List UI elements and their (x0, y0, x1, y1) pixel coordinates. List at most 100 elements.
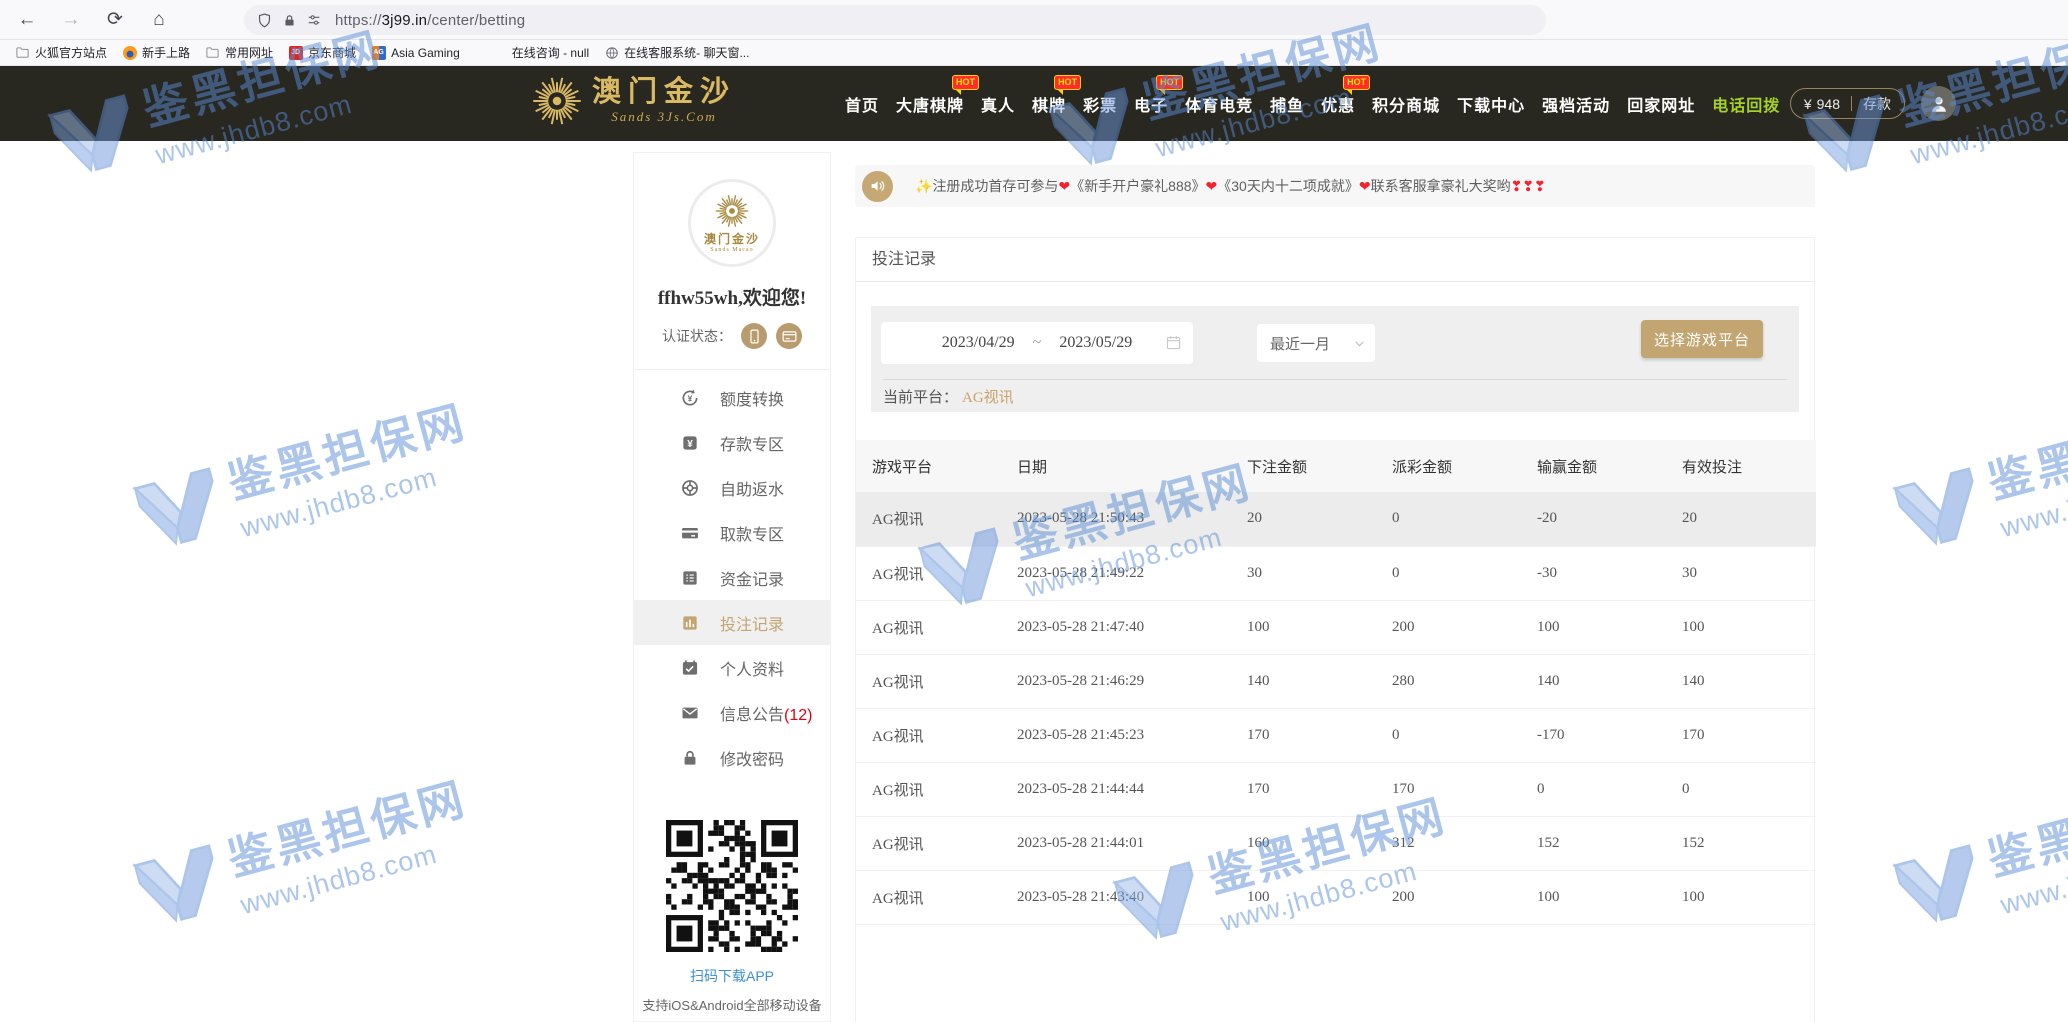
ag-icon: AG (371, 45, 386, 60)
sidebar-item-信息公告[interactable]: 信息公告(12) (634, 690, 830, 735)
watermark-url: www.jhdb8.com (237, 828, 482, 921)
firefox-icon (122, 45, 137, 60)
bookmark-item[interactable]: 火狐官方站点 (15, 44, 107, 61)
nav-item-棋牌[interactable]: 棋牌HOT (1032, 92, 1066, 116)
date-range-input[interactable]: 2023/04/29 ~ 2023/05/29 (881, 322, 1193, 364)
watermark-logo-icon (1885, 833, 1996, 941)
sidebar-item-存款专区[interactable]: ¥存款专区 (634, 420, 830, 465)
table-row: AG视讯2023-05-28 21:49:22300-3030 (856, 546, 1816, 600)
nav-item-强档活动[interactable]: 强档活动 (1542, 92, 1610, 116)
cell-platform: AG视讯 (856, 870, 1001, 924)
user-avatar-button[interactable] (1921, 86, 1956, 121)
home-button[interactable]: ⌂ (142, 5, 176, 35)
table-row: AG视讯2023-05-28 21:50:43200-2020 (856, 492, 1816, 546)
cell-date: 2023-05-28 21:47:40 (1001, 600, 1231, 654)
nav-item-大唐棋牌[interactable]: 大唐棋牌HOT (896, 92, 964, 116)
range-select-value: 最近一月 (1270, 333, 1330, 354)
url-bar[interactable]: https://3j99.in/center/betting (244, 5, 1546, 35)
column-header: 输赢金额 (1521, 440, 1666, 492)
cell-payout-amount: 0 (1376, 492, 1521, 546)
nav-item-回家网址[interactable]: 回家网址 (1627, 92, 1695, 116)
lock-icon (680, 748, 700, 768)
current-platform-value: AG视讯 (962, 390, 1014, 406)
qr-section: 扫码下载APP 支持iOS&Android全部移动设备 (634, 820, 830, 1014)
card-icon[interactable] (776, 323, 802, 349)
bookmark-item[interactable]: JD京东商城 (288, 44, 356, 61)
watermark-logo-icon (125, 456, 236, 564)
hot-badge: HOT (1343, 75, 1370, 90)
nav-item-真人[interactable]: 真人 (981, 92, 1015, 116)
nav-item-下载中心[interactable]: 下载中心 (1457, 92, 1525, 116)
phone-icon[interactable] (741, 323, 767, 349)
select-platform-button[interactable]: 选择游戏平台 (1641, 320, 1763, 358)
nav-item-积分商城[interactable]: 积分商城 (1372, 92, 1440, 116)
watermark-url: www.jhdb8.com (237, 451, 482, 544)
range-select[interactable]: 最近一月 (1257, 324, 1375, 362)
sidebar-item-额度转换[interactable]: ¥额度转换 (634, 375, 830, 420)
avatar-logo-title: 澳门金沙 (704, 230, 760, 247)
watermark-title: 鉴黑担保网 (220, 385, 473, 511)
table-row: AG视讯2023-05-28 21:44:01160312152152 (856, 816, 1816, 870)
bookmark-item[interactable]: AGAsia Gaming (371, 45, 460, 60)
sidebar-item-投注记录[interactable]: 投注记录 (634, 600, 830, 645)
bookmark-item[interactable]: 在线咨询 - null (512, 44, 589, 61)
browser-toolbar: ← → ⟳ ⌂ https://3j99.in/center/betting (0, 0, 2068, 40)
nav-item-捕鱼[interactable]: 捕鱼 (1270, 92, 1304, 116)
cell-bet-amount: 140 (1231, 654, 1376, 708)
nav-item-彩票[interactable]: 彩票 (1083, 92, 1117, 116)
wallet-pill[interactable]: ¥948 存款 (1790, 88, 1905, 119)
sidebar-item-label: 投注记录 (720, 611, 784, 635)
nav-item-体育电竞[interactable]: 体育电竞 (1185, 92, 1253, 116)
logo-title: 澳门金沙 (592, 77, 736, 107)
qr-code (634, 820, 830, 952)
betting-table: 游戏平台日期下注金额派彩金额输赢金额有效投注 AG视讯2023-05-28 21… (856, 440, 1816, 925)
table-row: AG视讯2023-05-28 21:47:40100200100100 (856, 600, 1816, 654)
sidebar-menu: ¥额度转换¥存款专区自助返水取款专区资金记录投注记录个人资料信息公告(12)修改… (634, 375, 830, 780)
cell-bet-amount: 100 (1231, 600, 1376, 654)
cell-payout-amount: 200 (1376, 600, 1521, 654)
cell-bet-amount: 170 (1231, 762, 1376, 816)
forward-button[interactable]: → (54, 5, 88, 35)
svg-text:¥: ¥ (687, 438, 693, 449)
cell-platform: AG视讯 (856, 600, 1001, 654)
shield-icon[interactable] (256, 12, 273, 29)
cell-winloss-amount: 140 (1521, 654, 1666, 708)
sidebar-item-个人资料[interactable]: 个人资料 (634, 645, 830, 690)
cell-valid-bet: 30 (1666, 546, 1816, 600)
cell-bet-amount: 100 (1231, 870, 1376, 924)
cell-date: 2023-05-28 21:44:01 (1001, 816, 1231, 870)
watermark-url: www.jhdb8.com (1997, 828, 2068, 921)
nav-item-电话回拨[interactable]: 电话回拨 (1712, 92, 1780, 116)
reload-button[interactable]: ⟳ (98, 5, 132, 35)
sidebar-item-修改密码[interactable]: 修改密码 (634, 735, 830, 780)
watermark-title: 鉴黑担保网 (1980, 385, 2068, 511)
nav-item-首页[interactable]: 首页 (845, 92, 879, 116)
folder-icon (205, 45, 220, 60)
qr-note: 支持iOS&Android全部移动设备 (634, 995, 830, 1014)
nav-item-电子[interactable]: 电子HOT (1134, 92, 1168, 116)
bookmark-item[interactable]: 在线客服系统- 聊天窗... (604, 44, 749, 61)
cell-winloss-amount: 100 (1521, 870, 1666, 924)
divider (883, 379, 1787, 380)
cell-payout-amount: 312 (1376, 816, 1521, 870)
table-row: AG视讯2023-05-28 21:46:29140280140140 (856, 654, 1816, 708)
current-platform-label: 当前平台： (883, 389, 958, 406)
sidebar-item-自助返水[interactable]: 自助返水 (634, 465, 830, 510)
cell-valid-bet: 100 (1666, 600, 1816, 654)
site-logo[interactable]: 澳门金沙 Sands 3Js.Com (532, 76, 736, 126)
cell-bet-amount: 170 (1231, 708, 1376, 762)
sidebar-item-资金记录[interactable]: 资金记录 (634, 555, 830, 600)
lock-icon[interactable] (282, 13, 297, 28)
cell-payout-amount: 0 (1376, 708, 1521, 762)
bookmark-item[interactable]: 常用网址 (205, 44, 273, 61)
watermark-title: 鉴黑担保网 (220, 762, 473, 888)
url-text: https://3j99.in/center/betting (335, 12, 525, 29)
column-header: 派彩金额 (1376, 440, 1521, 492)
bookmark-item[interactable]: 新手上路 (122, 44, 190, 61)
sidebar-item-取款专区[interactable]: 取款专区 (634, 510, 830, 555)
cell-valid-bet: 20 (1666, 492, 1816, 546)
nav-item-优惠[interactable]: 优惠HOT (1321, 92, 1355, 116)
permissions-icon[interactable] (306, 12, 322, 28)
back-button[interactable]: ← (10, 5, 44, 35)
cell-date: 2023-05-28 21:45:23 (1001, 708, 1231, 762)
